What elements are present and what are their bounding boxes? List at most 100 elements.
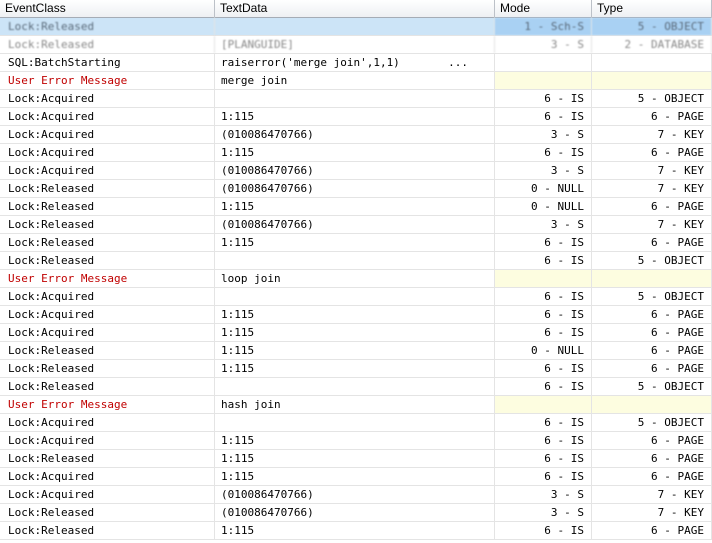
cell-type: 6 - PAGE xyxy=(592,144,712,161)
cell-text-data: 1:115 xyxy=(215,324,495,341)
cell-event-class: Lock:Released xyxy=(0,252,215,269)
cell-event-class: User Error Message xyxy=(0,72,215,89)
cell-event-class: Lock:Released xyxy=(0,234,215,251)
table-row[interactable]: Lock:Released [PLANGUIDE] 3 - S2 - DATABAS… xyxy=(0,36,712,54)
cell-event-class: Lock:Released xyxy=(0,342,215,359)
cell-event-class: Lock:Released xyxy=(0,216,215,233)
cell-text-data: (010086470766) xyxy=(215,180,495,197)
cell-text-data: merge join xyxy=(215,72,495,89)
cell-text-data: (010086470766) xyxy=(215,216,495,233)
table-row[interactable]: Lock:Released (010086470766) 0 - NULL 7 - K… xyxy=(0,180,712,198)
column-header-event-class[interactable]: EventClass xyxy=(0,0,215,18)
table-row[interactable]: Lock:Released 1:115 6 - IS 6 - PAGE xyxy=(0,450,712,468)
cell-text-data: 1:115 xyxy=(215,468,495,485)
cell-text-data: (010086470766) xyxy=(215,486,495,503)
cell-type xyxy=(592,396,712,413)
cell-text-data: raiserror('merge join',1,1)... xyxy=(215,54,495,71)
cell-text-data: 1:115 xyxy=(215,144,495,161)
table-row[interactable]: Lock:Released 1:115 6 - IS 6 - PAGE xyxy=(0,234,712,252)
cell-mode: 3 - S xyxy=(495,36,592,53)
cell-mode: 6 - IS xyxy=(495,288,592,305)
cell-mode: 6 - IS xyxy=(495,108,592,125)
table-row[interactable]: Lock:Acquired 1:115 6 - IS 6 - PAGE xyxy=(0,108,712,126)
table-row[interactable]: Lock:Acquired 1:115 6 - IS 6 - PAGE xyxy=(0,432,712,450)
cell-text-data xyxy=(215,90,495,107)
cell-text-data: 1:115 xyxy=(215,306,495,323)
cell-type: 2 - DATABASE xyxy=(592,36,712,53)
cell-event-class: Lock:Acquired xyxy=(0,126,215,143)
cell-mode: 6 - IS xyxy=(495,252,592,269)
cell-mode: 3 - S xyxy=(495,162,592,179)
table-row[interactable]: Lock:Released 1:115 6 - IS 6 - PAGE xyxy=(0,360,712,378)
cell-event-class: Lock:Released xyxy=(0,522,215,539)
cell-type: 6 - PAGE xyxy=(592,324,712,341)
cell-mode: 6 - IS xyxy=(495,378,592,395)
column-header-type[interactable]: Type xyxy=(592,0,712,18)
cell-type: 7 - KEY xyxy=(592,216,712,233)
cell-mode xyxy=(495,270,592,287)
table-row[interactable]: Lock:Acquired 1:115 6 - IS 6 - PAGE xyxy=(0,144,712,162)
cell-mode: 3 - S xyxy=(495,504,592,521)
column-header-text-data[interactable]: TextData xyxy=(215,0,495,18)
cell-mode: 6 - IS xyxy=(495,414,592,431)
column-header-mode[interactable]: Mode xyxy=(495,0,592,18)
cell-mode xyxy=(495,72,592,89)
table-row[interactable]: User Error Message merge join xyxy=(0,72,712,90)
table-row[interactable]: Lock:Released (010086470766) 3 - S7 - KEY xyxy=(0,504,712,522)
cell-event-class: User Error Message xyxy=(0,396,215,413)
table-row[interactable]: Lock:Released 6 - IS 5 - OBJECT xyxy=(0,252,712,270)
cell-mode: 0 - NULL xyxy=(495,198,592,215)
cell-mode xyxy=(495,396,592,413)
cell-mode: 3 - S xyxy=(495,486,592,503)
cell-type: 5 - OBJECT xyxy=(592,288,712,305)
cell-text-data xyxy=(215,18,495,35)
cell-mode: 6 - IS xyxy=(495,234,592,251)
cell-type: 7 - KEY xyxy=(592,486,712,503)
cell-event-class: Lock:Acquired xyxy=(0,288,215,305)
table-row[interactable]: Lock:Released 1:115 6 - IS 6 - PAGE xyxy=(0,522,712,540)
cell-type: 5 - OBJECT xyxy=(592,252,712,269)
grid-header: EventClass TextData Mode Type xyxy=(0,0,712,18)
table-row[interactable]: Lock:Released 6 - IS 5 - OBJECT xyxy=(0,378,712,396)
cell-type: 5 - OBJECT xyxy=(592,90,712,107)
cell-mode xyxy=(495,54,592,71)
table-row[interactable]: Lock:Acquired (010086470766) 3 - S7 - KEY xyxy=(0,486,712,504)
cell-mode: 6 - IS xyxy=(495,522,592,539)
cell-event-class: Lock:Released xyxy=(0,360,215,377)
cell-mode: 1 - Sch-S xyxy=(495,18,592,35)
cell-event-class: Lock:Released xyxy=(0,450,215,467)
cell-type: 6 - PAGE xyxy=(592,432,712,449)
table-row[interactable]: Lock:Acquired (010086470766) 3 - S7 - KEY xyxy=(0,162,712,180)
table-row[interactable]: Lock:Released 1 - Sch-S 5 - OBJECT xyxy=(0,18,712,36)
cell-text-data xyxy=(215,252,495,269)
cell-type: 6 - PAGE xyxy=(592,360,712,377)
cell-type: 6 - PAGE xyxy=(592,342,712,359)
table-row[interactable]: Lock:Acquired (010086470766) 3 - S7 - KEY xyxy=(0,126,712,144)
table-row[interactable]: Lock:Acquired 1:115 6 - IS 6 - PAGE xyxy=(0,324,712,342)
cell-event-class: Lock:Acquired xyxy=(0,432,215,449)
table-row[interactable]: User Error Message loop join xyxy=(0,270,712,288)
more-ellipsis-button[interactable]: ... xyxy=(448,54,468,71)
cell-mode: 3 - S xyxy=(495,216,592,233)
cell-text-data: 1:115 xyxy=(215,342,495,359)
trace-grid: EventClass TextData Mode Type Lock:Relea… xyxy=(0,0,712,543)
cell-type: 6 - PAGE xyxy=(592,198,712,215)
table-row[interactable]: Lock:Acquired 6 - IS 5 - OBJECT xyxy=(0,90,712,108)
table-row[interactable]: SQL:BatchStarting raiserror('merge join',… xyxy=(0,54,712,72)
cell-text-data: 1:115 xyxy=(215,360,495,377)
cell-type: 5 - OBJECT xyxy=(592,414,712,431)
table-row[interactable]: Lock:Acquired 6 - IS 5 - OBJECT xyxy=(0,414,712,432)
table-row[interactable]: Lock:Acquired 1:115 6 - IS 6 - PAGE xyxy=(0,468,712,486)
table-row[interactable]: Lock:Released 1:115 0 - NULL 6 - PAGE xyxy=(0,198,712,216)
table-row[interactable]: Lock:Released 1:115 0 - NULL 6 - PAGE xyxy=(0,342,712,360)
cell-text-data xyxy=(215,414,495,431)
table-row[interactable]: User Error Message hash join xyxy=(0,396,712,414)
table-row[interactable]: Lock:Acquired 6 - IS 5 - OBJECT xyxy=(0,288,712,306)
table-row[interactable]: Lock:Acquired 1:115 6 - IS 6 - PAGE xyxy=(0,306,712,324)
cell-event-class: Lock:Acquired xyxy=(0,414,215,431)
table-row[interactable]: Lock:Released (010086470766) 3 - S7 - KEY xyxy=(0,216,712,234)
cell-text-data: (010086470766) xyxy=(215,504,495,521)
cell-event-class: Lock:Released xyxy=(0,180,215,197)
cell-mode: 0 - NULL xyxy=(495,342,592,359)
cell-event-class: Lock:Acquired xyxy=(0,108,215,125)
